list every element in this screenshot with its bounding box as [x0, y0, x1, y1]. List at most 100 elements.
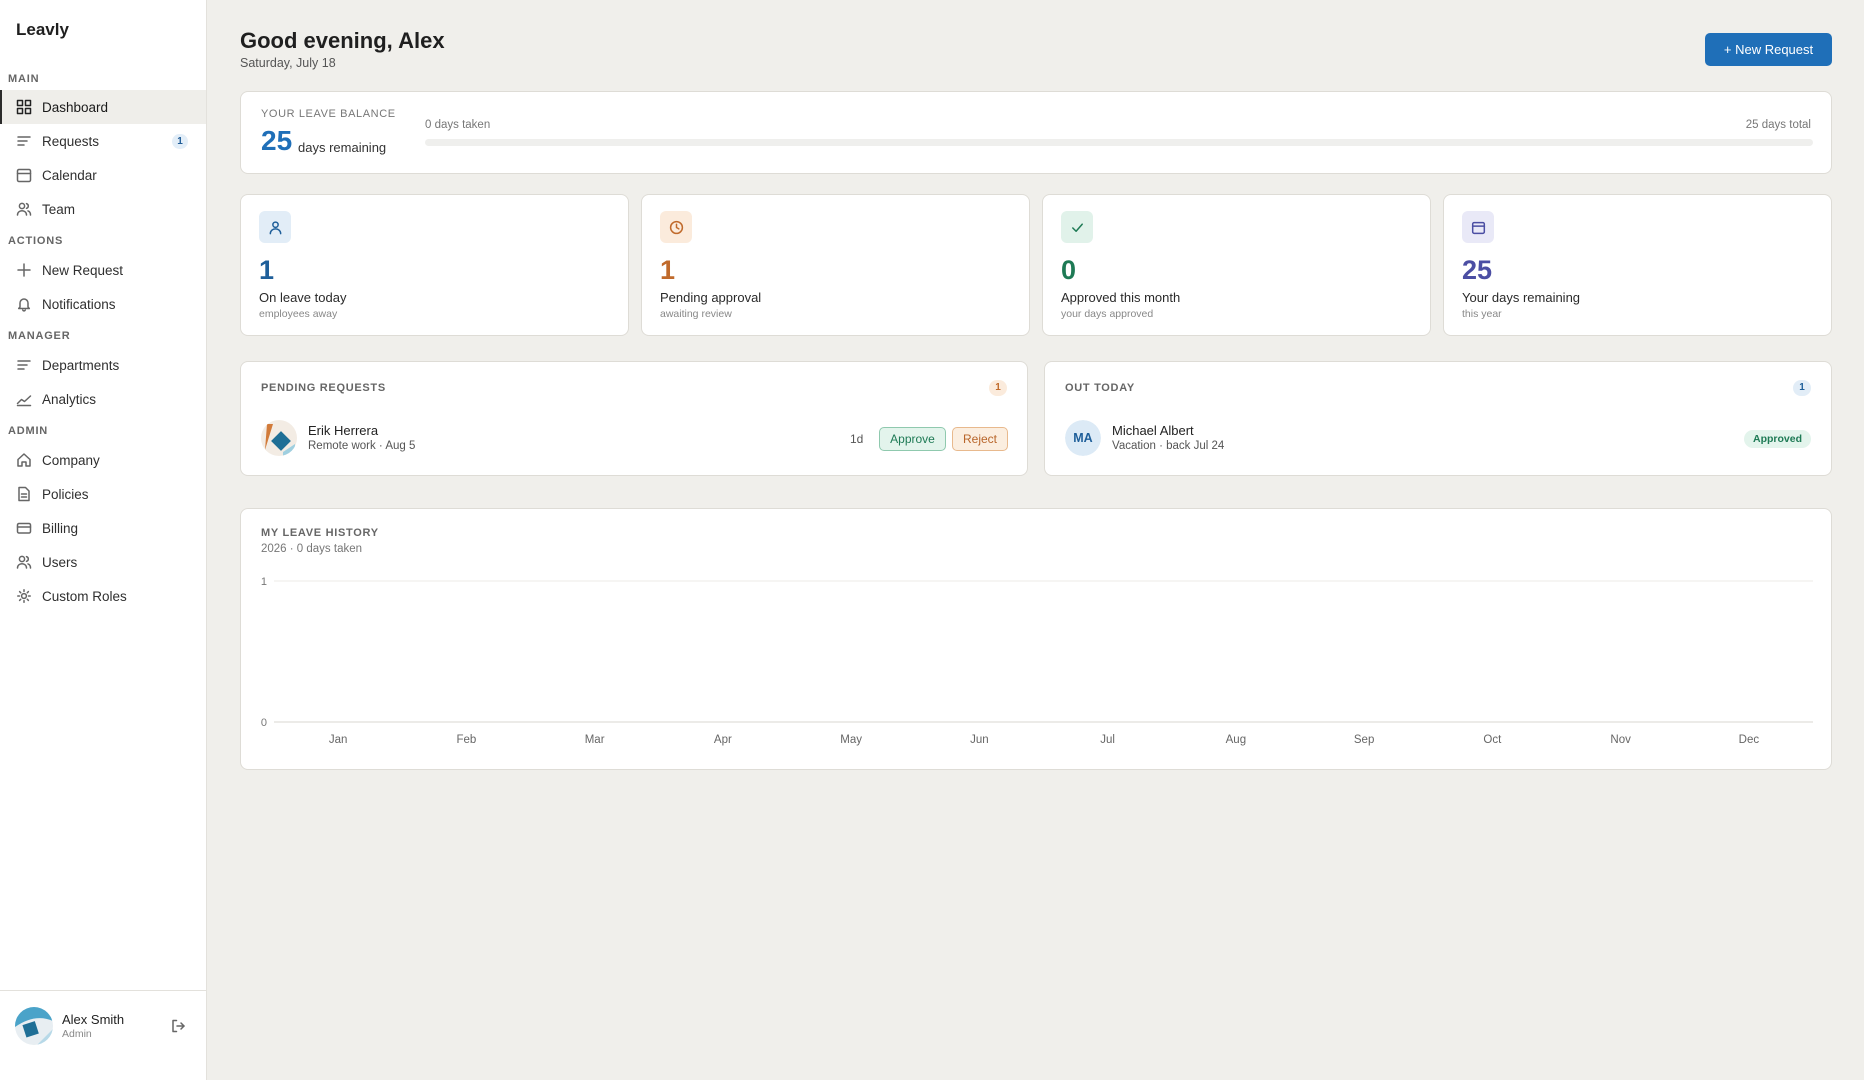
- x-tick-label: Aug: [1226, 734, 1246, 746]
- stat-card: 1 On leave today employees away: [240, 194, 629, 336]
- users-icon: [16, 554, 32, 570]
- sidebar-item-label: Requests: [42, 133, 100, 149]
- stat-title: Your days remaining: [1462, 290, 1581, 305]
- logout-icon[interactable]: [170, 1018, 186, 1034]
- leave-progress-bar: [425, 139, 1813, 146]
- sidebar-item-billing[interactable]: Billing: [0, 511, 206, 545]
- stat-card: 25 Your days remaining this year: [1443, 194, 1832, 336]
- sidebar-item-departments[interactable]: Departments: [0, 348, 206, 382]
- x-tick-label: Jan: [329, 734, 348, 746]
- check-icon: [1061, 211, 1093, 243]
- brand-logo[interactable]: Leavly: [16, 20, 69, 40]
- sidebar-item-label: Team: [42, 201, 76, 217]
- y-tick-label: 1: [261, 576, 267, 588]
- stat-value: 1: [259, 255, 275, 285]
- avatar[interactable]: [15, 1007, 53, 1045]
- out-today-card: OUT TODAY 1 MA Michael Albert Vacation ·…: [1044, 361, 1832, 476]
- stat-subtitle: your days approved: [1061, 308, 1154, 320]
- sidebar-item-label: Departments: [42, 357, 120, 373]
- out-today-count-badge: 1: [1793, 380, 1811, 396]
- calendar-icon: [1462, 211, 1494, 243]
- calendar-icon: [16, 167, 32, 183]
- sidebar-item-label: Dashboard: [42, 99, 109, 115]
- home-icon: [16, 452, 32, 468]
- list-icon: [16, 357, 32, 373]
- requests-count-badge: 1: [172, 134, 188, 149]
- request-duration: 1d: [850, 432, 864, 446]
- days-total-label: 25 days total: [1745, 119, 1811, 131]
- sidebar-item-dashboard[interactable]: Dashboard: [0, 90, 206, 124]
- trend-icon: [16, 391, 32, 407]
- sidebar-item-calendar[interactable]: Calendar: [0, 158, 206, 192]
- request-employee-name: Erik Herrera: [308, 423, 379, 438]
- sidebar-item-team[interactable]: Team: [0, 192, 206, 226]
- x-tick-label: May: [840, 734, 862, 746]
- sidebar-item-custom-roles[interactable]: Custom Roles: [0, 579, 206, 613]
- user-name: Alex Smith: [62, 1012, 125, 1027]
- out-detail: Vacation · back Jul 24: [1112, 440, 1225, 452]
- leave-history-subtitle: 2026 · 0 days taken: [261, 543, 363, 555]
- bell-icon: [16, 296, 32, 312]
- leave-history-chart: 0 1 Jan Feb Mar Apr May Jun Jul Aug Sep Oct Nov Dec: [261, 576, 1813, 746]
- sidebar-item-company[interactable]: Company: [0, 443, 206, 477]
- sidebar-item-new-request[interactable]: New Request: [0, 253, 206, 287]
- stat-title: Approved this month: [1061, 290, 1181, 305]
- page-title: Good evening, Alex: [240, 28, 445, 53]
- x-tick-label: Nov: [1610, 734, 1631, 746]
- avatar: MA: [1065, 420, 1101, 456]
- pending-requests-title: PENDING REQUESTS: [261, 382, 386, 394]
- leave-history-title: MY LEAVE HISTORY: [261, 527, 379, 539]
- status-badge: Approved: [1743, 430, 1811, 448]
- users-icon: [16, 201, 32, 217]
- leave-balance-card: YOUR LEAVE BALANCE 25 days remaining 0 d…: [240, 91, 1832, 174]
- section-label-actions: ACTIONS: [8, 235, 64, 247]
- x-tick-label: Dec: [1739, 734, 1760, 746]
- user-profile: Alex Smith Admin: [0, 990, 206, 1080]
- section-label-admin: ADMIN: [8, 425, 49, 437]
- sidebar-item-label: Billing: [42, 520, 79, 536]
- pending-requests-card: PENDING REQUESTS 1 Erik Herrera Remote w…: [240, 361, 1028, 476]
- x-tick-label: Jul: [1100, 734, 1115, 746]
- leave-balance-label: YOUR LEAVE BALANCE: [261, 108, 396, 120]
- stat-subtitle: employees away: [259, 308, 338, 320]
- sidebar-item-analytics[interactable]: Analytics: [0, 382, 206, 416]
- plus-icon: [16, 262, 32, 278]
- sidebar-item-label: Users: [42, 554, 78, 570]
- credit-card-icon: [16, 520, 32, 536]
- sidebar-item-label: Analytics: [42, 391, 97, 407]
- days-taken-label: 0 days taken: [425, 119, 491, 131]
- leave-balance-unit: days remaining: [298, 140, 387, 155]
- x-tick-label: Oct: [1483, 734, 1502, 746]
- out-employee-name: Michael Albert: [1112, 423, 1194, 438]
- person-icon: [259, 211, 291, 243]
- clock-icon: [660, 211, 692, 243]
- sidebar-item-label: Policies: [42, 486, 89, 502]
- leave-history-card: 0 1 Jan Feb Mar Apr May Jun Jul Aug Sep Oct Nov Dec M…: [240, 508, 1832, 770]
- sidebar-item-users[interactable]: Users: [0, 545, 206, 579]
- stat-subtitle: this year: [1462, 308, 1502, 320]
- stat-value: 1: [660, 255, 676, 285]
- stat-card: 1 Pending approval awaiting review: [641, 194, 1030, 336]
- leave-balance-remaining: 25: [261, 125, 293, 156]
- stat-card: 0 Approved this month your days approved: [1042, 194, 1431, 336]
- new-request-button[interactable]: + New Request: [1705, 33, 1832, 66]
- sidebar-item-label: New Request: [42, 262, 124, 278]
- user-role: Admin: [62, 1028, 92, 1040]
- reject-button[interactable]: Reject: [952, 427, 1008, 451]
- pending-count-badge: 1: [989, 380, 1007, 396]
- approve-button[interactable]: Approve: [879, 427, 946, 451]
- stat-title: On leave today: [259, 290, 347, 305]
- section-label-main: MAIN: [8, 73, 40, 85]
- sidebar-item-policies[interactable]: Policies: [0, 477, 206, 511]
- stat-subtitle: awaiting review: [660, 308, 732, 320]
- stat-value: 25: [1462, 255, 1493, 285]
- sidebar-item-requests[interactable]: Requests 1: [0, 124, 206, 158]
- avatar: [261, 420, 297, 456]
- sidebar-item-label: Notifications: [42, 296, 116, 312]
- sidebar-item-label: Custom Roles: [42, 588, 127, 604]
- out-today-title: OUT TODAY: [1065, 382, 1135, 394]
- x-tick-label: Apr: [714, 734, 732, 746]
- y-tick-label: 0: [261, 717, 267, 729]
- sidebar-item-notifications[interactable]: Notifications: [0, 287, 206, 321]
- x-tick-label: Jun: [970, 734, 989, 746]
